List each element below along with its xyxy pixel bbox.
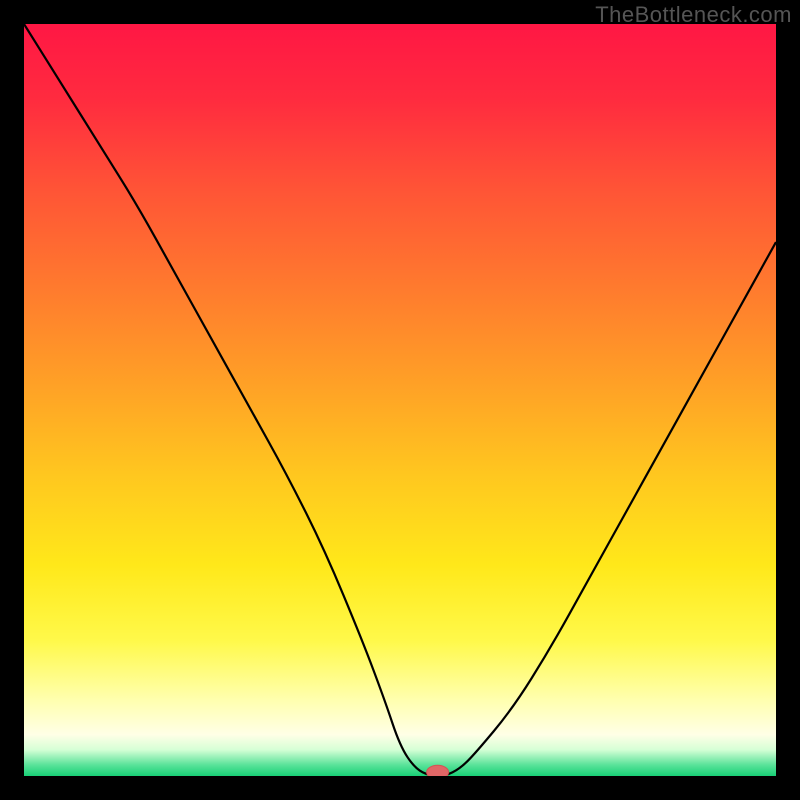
optimal-point-marker (427, 765, 449, 776)
plot-area (24, 24, 776, 776)
chart-svg (24, 24, 776, 776)
watermark-text: TheBottleneck.com (595, 2, 792, 28)
chart-frame: TheBottleneck.com (0, 0, 800, 800)
gradient-background (24, 24, 776, 776)
